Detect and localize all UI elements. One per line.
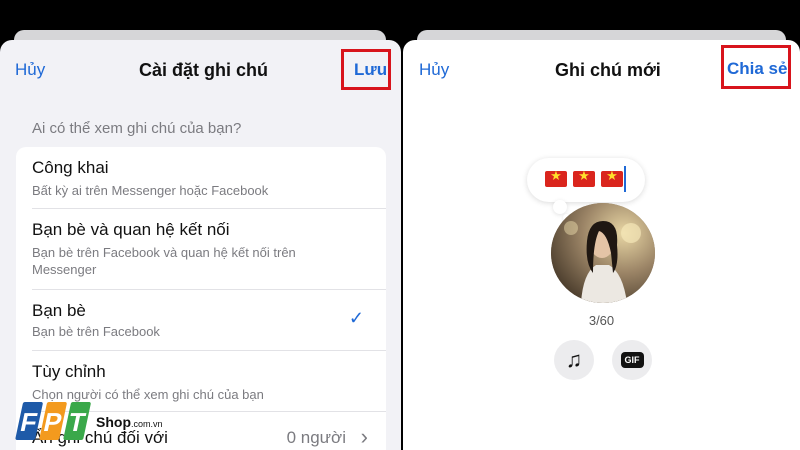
avatar — [551, 203, 655, 303]
section-label: Ai có thể xem ghi chú của bạn? — [32, 120, 242, 137]
page-title: Ghi chú mới — [555, 60, 661, 80]
option-public[interactable]: Công khai Bất kỳ ai trên Messenger hoặc … — [16, 147, 386, 208]
checkmark-icon: ✓ — [348, 308, 364, 328]
option-desc: Bất kỳ ai trên Messenger hoặc Facebook — [32, 183, 269, 198]
shop-wordmark: Shop.com.vn — [96, 414, 163, 430]
option-friends[interactable]: Bạn bè Bạn bè trên Facebook ✓ — [16, 290, 386, 350]
page-title: Cài đặt ghi chú — [139, 60, 269, 80]
gif-icon: GIF — [620, 352, 644, 368]
gif-button[interactable]: GIF — [612, 340, 652, 380]
option-title: Bạn bè — [32, 301, 86, 320]
note-settings-screen: Hủy Cài đặt ghi chú Lưu Ai có thể xem gh… — [0, 0, 401, 450]
music-icon: ♫ — [565, 347, 583, 372]
option-title: Bạn bè và quan hệ kết nối — [32, 220, 230, 239]
vietnam-flag-icon: ★ — [573, 168, 595, 187]
cancel-button[interactable]: Hủy — [15, 60, 45, 80]
music-button[interactable]: ♫ — [554, 340, 594, 380]
save-button[interactable]: Lưu — [354, 60, 387, 80]
bubble-tail — [553, 200, 567, 214]
character-counter: 3/60 — [588, 313, 615, 328]
option-desc: Bạn bè trên Facebook và quan hệ kết nối … — [32, 245, 296, 277]
chevron-right-icon: › — [360, 424, 368, 449]
option-friends-and-connections[interactable]: Bạn bè và quan hệ kết nối Bạn bè trên Fa… — [16, 209, 386, 289]
share-button[interactable]: Chia sẻ — [727, 59, 787, 79]
text-cursor — [624, 166, 626, 192]
vietnam-flag-icon: ★ — [601, 168, 623, 187]
hide-note-count: 0 người — [286, 428, 346, 447]
option-title: Tùy chỉnh — [32, 362, 106, 381]
fptshop-logo: F P T Shop.com.vn — [10, 398, 200, 446]
svg-text:P: P — [41, 407, 65, 437]
cancel-button[interactable]: Hủy — [419, 60, 449, 80]
shop-text: Shop — [96, 414, 131, 430]
option-desc: Bạn bè trên Facebook — [32, 324, 160, 339]
domain-text: .com.vn — [131, 419, 163, 429]
new-note-screen: Hủy Ghi chú mới Chia sẻ ★ ★ ★ 3/60 ♫ GIF — [403, 0, 800, 450]
vietnam-flag-icon: ★ — [545, 168, 567, 187]
option-title: Công khai — [32, 158, 109, 177]
note-bubble[interactable]: ★ ★ ★ — [527, 158, 645, 202]
